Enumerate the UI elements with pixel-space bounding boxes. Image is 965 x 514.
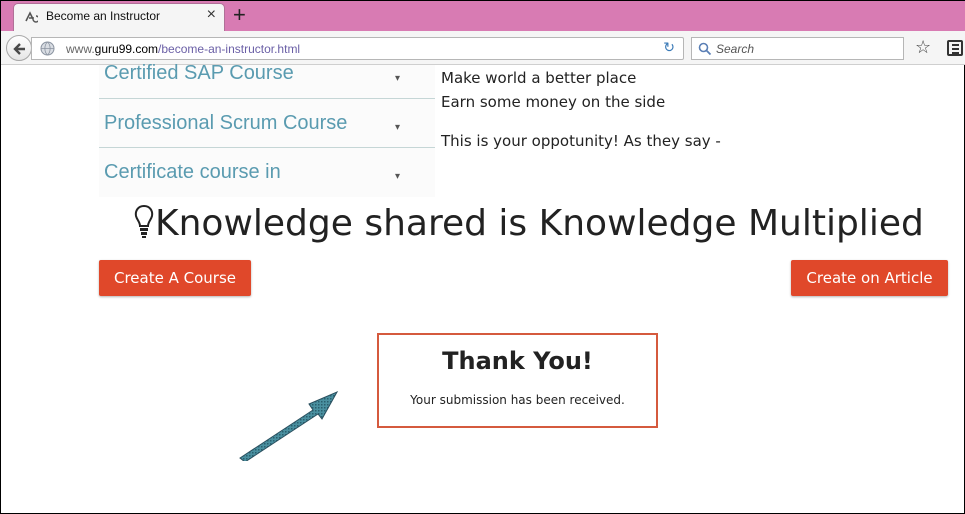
search-icon [698,42,712,56]
guru99-favicon-icon [25,11,38,23]
headline-text: Knowledge shared is Knowledge Multiplied [155,203,924,244]
thank-you-box: Thank You! Your submission has been rece… [377,333,658,428]
new-tab-button[interactable]: + [233,2,246,28]
reading-list-icon[interactable] [947,40,963,56]
create-course-button[interactable]: Create A Course [99,260,251,296]
lightbulb-icon [134,204,154,238]
tab-title: Become an Instructor [46,9,161,23]
search-placeholder: Search [716,42,755,56]
side-text-line: This is your oppotunity! As they say - [441,132,721,150]
tab-bar: Become an Instructor × + [1,1,965,31]
annotation-arrow-icon [239,390,339,461]
search-bar[interactable]: Search [691,37,904,60]
bookmark-star-icon[interactable]: ☆ [915,37,931,58]
course-item-sap[interactable]: Certified SAP Course ▾ [99,50,435,99]
side-text-line: Earn some money on the side [441,93,666,111]
globe-icon [40,41,55,56]
back-button[interactable] [6,35,32,61]
thank-you-title: Thank You! [442,347,593,375]
url-prefix: www. [66,42,95,56]
side-text-line: Make world a better place [441,69,637,87]
course-item-certificate[interactable]: Certificate course in ▾ [99,148,435,197]
chevron-down-icon: ▾ [395,171,401,182]
course-list: Certified SAP Course ▾ Professional Scru… [99,62,435,197]
course-label: Certificate course in [104,161,281,183]
tab-become-an-instructor[interactable]: Become an Instructor × [13,3,225,31]
page-headline: Knowledge shared is Knowledge Multiplied [133,203,924,244]
course-item-scrum[interactable]: Professional Scrum Course ▾ [99,99,435,148]
submission-message: Your submission has been received. [410,393,625,407]
tab-close-icon[interactable]: × [207,6,216,24]
create-article-button[interactable]: Create on Article [791,260,948,296]
back-arrow-icon [13,43,25,55]
chevron-down-icon: ▾ [395,122,401,133]
course-label: Professional Scrum Course [104,112,348,134]
course-label: Certified SAP Course [104,62,294,84]
reload-icon[interactable]: ↻ [663,40,675,56]
chevron-down-icon: ▾ [395,73,401,84]
